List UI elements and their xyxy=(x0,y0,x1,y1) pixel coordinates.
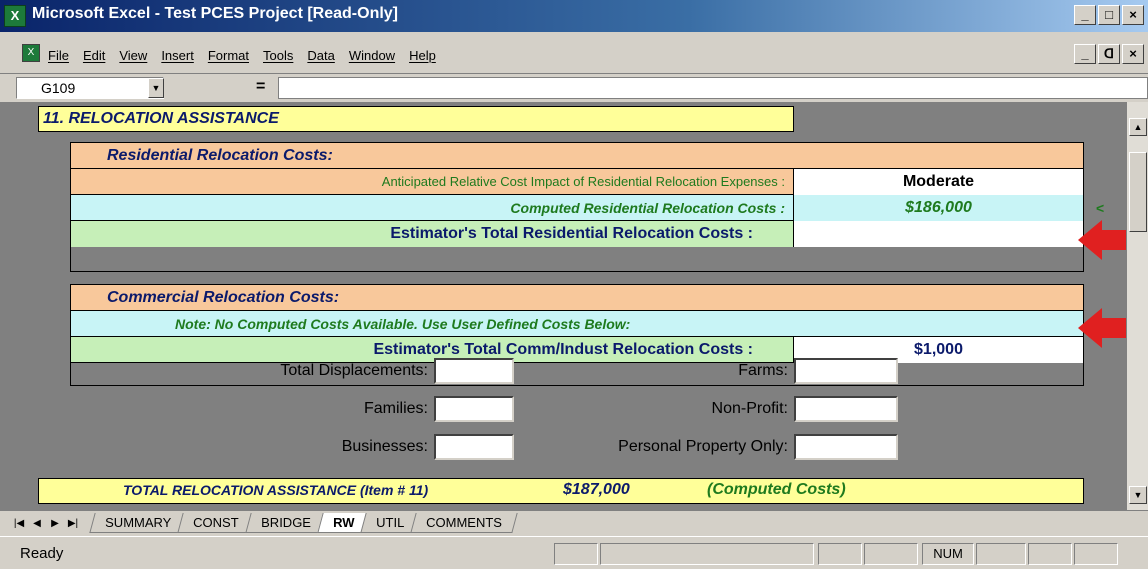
vertical-scrollbar[interactable]: ▲ ▼ xyxy=(1126,102,1148,510)
computed-row: Computed Residential Relocation Costs : … xyxy=(71,195,1083,221)
tab-bridge[interactable]: BRIDGE xyxy=(245,513,327,533)
businesses-input[interactable] xyxy=(434,434,514,460)
menu-help[interactable]: Help xyxy=(409,48,436,63)
tab-comments[interactable]: COMMENTS xyxy=(410,513,518,533)
residential-estimator-label: Estimator's Total Residential Relocation… xyxy=(390,225,753,242)
residential-estimator-input[interactable] xyxy=(793,221,1083,247)
families-label: Families: xyxy=(363,400,428,417)
close-button[interactable]: × xyxy=(1122,5,1144,25)
num-lock-indicator: NUM xyxy=(922,543,974,565)
impact-value-cell[interactable]: Moderate xyxy=(793,169,1083,195)
formula-bar: G109 ▼ = xyxy=(0,74,1148,102)
businesses-label: Businesses: xyxy=(341,438,428,455)
menu-edit[interactable]: Edit xyxy=(83,48,105,63)
computed-label: Computed Residential Relocation Costs : xyxy=(510,200,785,216)
scroll-down-icon[interactable]: ▼ xyxy=(1129,486,1147,504)
total-displacements-input[interactable] xyxy=(434,358,514,384)
farms-input[interactable] xyxy=(794,358,898,384)
menu-tools[interactable]: Tools xyxy=(263,48,293,63)
prev-sheet-icon[interactable]: ◀ xyxy=(30,516,44,532)
non-profit-label: Non-Profit: xyxy=(711,400,788,417)
first-sheet-icon[interactable]: |◀ xyxy=(12,516,26,532)
commercial-title-row: Commercial Relocation Costs: xyxy=(71,285,1083,311)
status-panel xyxy=(1074,543,1118,565)
farms-label: Farms: xyxy=(738,362,788,379)
menu-data[interactable]: Data xyxy=(307,48,334,63)
scroll-thumb[interactable] xyxy=(1129,152,1147,232)
name-box-dropdown-icon[interactable]: ▼ xyxy=(148,78,164,98)
commercial-note-row: Note: No Computed Costs Available. Use U… xyxy=(71,311,1083,337)
menu-bar: X File Edit View Insert Format Tools Dat… xyxy=(0,32,1148,74)
impact-row: Anticipated Relative Cost Impact of Resi… xyxy=(71,169,1083,195)
non-profit-input[interactable] xyxy=(794,396,898,422)
section-title: 11. RELOCATION ASSISTANCE xyxy=(38,106,794,132)
excel-app-icon[interactable]: X xyxy=(4,5,26,27)
menu-file[interactable]: File xyxy=(48,48,69,63)
status-panel xyxy=(864,543,918,565)
status-panel xyxy=(600,543,814,565)
menu-view[interactable]: View xyxy=(119,48,147,63)
residential-title-row: Residential Relocation Costs: xyxy=(71,143,1083,169)
menu-format[interactable]: Format xyxy=(208,48,249,63)
menu-items: File Edit View Insert Format Tools Data … xyxy=(48,48,436,63)
minimize-button[interactable]: _ xyxy=(1074,5,1096,25)
menu-insert[interactable]: Insert xyxy=(161,48,194,63)
residential-estimator-row: Estimator's Total Residential Relocation… xyxy=(71,221,1083,247)
doc-minimize-button[interactable]: _ xyxy=(1074,44,1096,64)
sheet-tab-bar: |◀ ◀ ▶ ▶| SUMMARY CONST BRIDGE RW UTIL C… xyxy=(0,510,1148,536)
next-sheet-icon[interactable]: ▶ xyxy=(48,516,62,532)
personal-property-input[interactable] xyxy=(794,434,898,460)
total-displacements-label: Total Displacements: xyxy=(280,362,428,379)
computed-value-cell[interactable]: $186,000 xyxy=(793,195,1083,221)
window-title: Microsoft Excel - Test PCES Project [Rea… xyxy=(32,5,399,22)
commercial-title: Commercial Relocation Costs: xyxy=(107,289,340,306)
worksheet[interactable]: 11. RELOCATION ASSISTANCE Residential Re… xyxy=(0,102,1144,510)
cell-marker: < xyxy=(1096,200,1105,216)
doc-close-button[interactable]: × xyxy=(1122,44,1144,64)
workbook-icon[interactable]: X xyxy=(22,44,40,62)
doc-restore-button[interactable]: ᗡ xyxy=(1098,44,1120,64)
status-panel xyxy=(1028,543,1072,565)
equals-icon[interactable]: = xyxy=(256,78,265,96)
status-panel xyxy=(554,543,598,565)
tab-summary[interactable]: SUMMARY xyxy=(89,513,187,533)
tab-const[interactable]: CONST xyxy=(177,513,255,533)
total-row: TOTAL RELOCATION ASSISTANCE (Item # 11) … xyxy=(38,478,1084,504)
residential-block: Residential Relocation Costs: Anticipate… xyxy=(70,142,1084,272)
scroll-up-icon[interactable]: ▲ xyxy=(1129,118,1147,136)
formula-input[interactable] xyxy=(278,77,1148,99)
status-text: Ready xyxy=(20,545,64,562)
total-label: TOTAL RELOCATION ASSISTANCE (Item # 11) xyxy=(123,482,429,498)
residential-title: Residential Relocation Costs: xyxy=(107,147,333,164)
total-note: (Computed Costs) xyxy=(707,481,846,498)
maximize-button[interactable]: □ xyxy=(1098,5,1120,25)
commercial-note: Note: No Computed Costs Available. Use U… xyxy=(175,316,631,332)
last-sheet-icon[interactable]: ▶| xyxy=(66,516,80,532)
title-bar: X Microsoft Excel - Test PCES Project [R… xyxy=(0,0,1148,32)
name-box[interactable]: G109 xyxy=(16,77,164,99)
total-value[interactable]: $187,000 xyxy=(563,481,630,499)
status-bar: Ready NUM xyxy=(0,536,1148,569)
status-panel xyxy=(976,543,1026,565)
impact-label: Anticipated Relative Cost Impact of Resi… xyxy=(381,174,785,189)
menu-window[interactable]: Window xyxy=(349,48,395,63)
families-input[interactable] xyxy=(434,396,514,422)
personal-property-label: Personal Property Only: xyxy=(618,438,788,455)
status-panel xyxy=(818,543,862,565)
